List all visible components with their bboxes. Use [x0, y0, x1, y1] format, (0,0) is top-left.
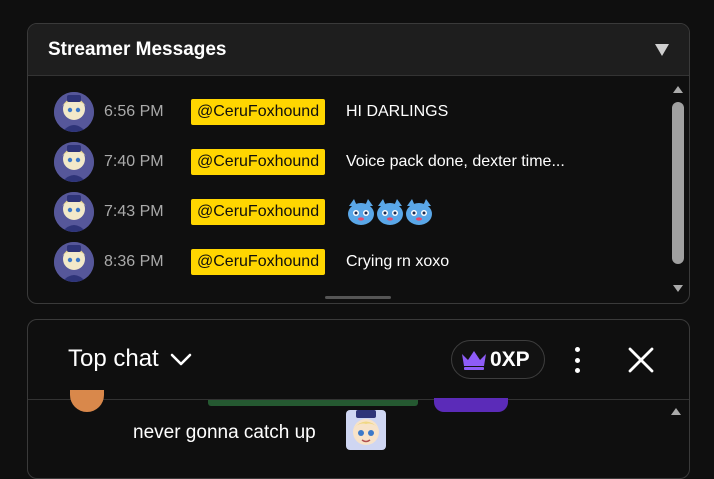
collapse-triangle-icon[interactable]	[655, 43, 669, 57]
more-options-icon[interactable]	[568, 345, 586, 375]
author-chip[interactable]: @CeruFoxhound	[191, 249, 326, 275]
streamer-messages-list: 6:56 PM @CeruFoxhound HI DARLINGS 7:40 P…	[28, 77, 668, 282]
avatar	[54, 142, 94, 182]
message-row: 6:56 PM @CeruFoxhound HI DARLINGS	[28, 87, 668, 137]
message-row: 7:40 PM @CeruFoxhound Voice pack done, d…	[28, 137, 668, 187]
avatar	[54, 192, 94, 232]
avatar	[70, 390, 104, 412]
message-time: 8:36 PM	[104, 253, 164, 270]
message-time: 7:40 PM	[104, 153, 164, 170]
avatar	[54, 92, 94, 132]
chat-mode-dropdown[interactable]: Top chat	[68, 345, 193, 373]
scroll-up-icon[interactable]	[673, 86, 683, 93]
scroll-thumb[interactable]	[672, 102, 684, 264]
blue-cat-emote-icon	[348, 199, 374, 225]
message-time: 6:56 PM	[104, 103, 164, 120]
top-chat-title: Top chat	[68, 345, 159, 372]
avatar	[54, 242, 94, 282]
avatar-emote-icon	[346, 410, 386, 450]
author-chip[interactable]: @CeruFoxhound	[191, 99, 326, 125]
chat-message-text: never gonna catch up	[133, 422, 316, 443]
message-text: Voice pack done, dexter time...	[346, 153, 565, 170]
emote-row	[346, 197, 433, 227]
scroll-up-icon[interactable]	[671, 408, 681, 415]
message-row: 7:43 PM @CeruFoxhound	[28, 187, 668, 237]
author-chip[interactable]: @CeruFoxhound	[191, 149, 326, 175]
message-time: 7:43 PM	[104, 203, 164, 220]
streamer-messages-title: Streamer Messages	[48, 38, 227, 60]
xp-label: 0XP	[490, 347, 530, 371]
author-chip[interactable]: @CeruFoxhound	[191, 199, 326, 225]
chat-messages: never gonna catch up	[28, 390, 689, 478]
close-icon[interactable]	[628, 347, 654, 373]
partial-message	[208, 400, 418, 406]
chevron-down-icon	[170, 353, 192, 366]
blue-cat-emote-icon	[377, 199, 403, 225]
top-chat-header: Top chat 0XP	[28, 320, 689, 400]
message-row: 8:36 PM @CeruFoxhound Crying rn xoxo	[28, 237, 668, 287]
crown-icon	[462, 350, 486, 370]
scrollbar[interactable]	[671, 84, 685, 294]
message-text: HI DARLINGS	[346, 103, 449, 120]
scroll-down-icon[interactable]	[673, 285, 683, 292]
message-text: Crying rn xoxo	[346, 253, 450, 270]
streamer-messages-header: Streamer Messages	[28, 24, 689, 76]
xp-button[interactable]: 0XP	[451, 340, 545, 379]
resize-handle[interactable]	[325, 296, 391, 299]
member-badge	[434, 398, 508, 412]
blue-cat-emote-icon	[406, 199, 432, 225]
top-chat-panel: Top chat 0XP never gonna catch up	[27, 319, 690, 479]
streamer-messages-panel: Streamer Messages 6:56 PM @CeruFoxhound	[27, 23, 690, 304]
